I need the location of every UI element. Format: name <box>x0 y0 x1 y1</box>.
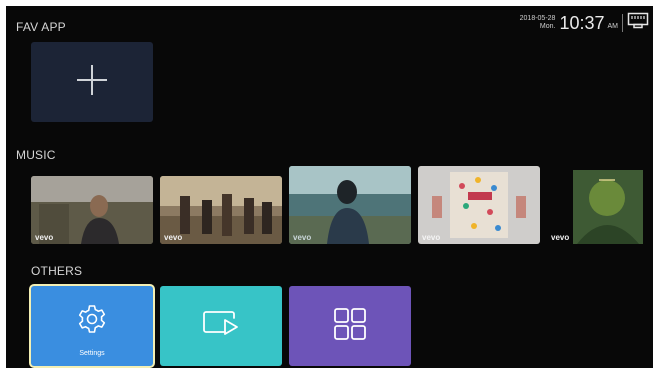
home-screen: 2018-05-28 Mon. 10:37 AM FAV APP MUSIC v… <box>6 6 653 368</box>
music-video-tile[interactable]: vevo <box>160 176 282 244</box>
vevo-badge: vevo <box>293 233 312 242</box>
music-heading: MUSIC <box>16 148 56 162</box>
fav-app-heading: FAV APP <box>16 20 66 34</box>
screen-cast-tile[interactable] <box>160 286 282 366</box>
date-block: 2018-05-28 Mon. <box>520 15 556 31</box>
status-bar: 2018-05-28 Mon. 10:37 AM <box>520 10 649 36</box>
add-favorite-app-tile[interactable] <box>31 42 153 122</box>
music-video-tile[interactable]: vevo <box>418 166 540 244</box>
vevo-badge: vevo <box>164 233 183 242</box>
settings-tile[interactable]: Settings <box>31 286 153 366</box>
music-video-tile[interactable]: vevo <box>31 176 153 244</box>
vevo-badge: vevo <box>551 233 570 242</box>
gear-icon <box>76 303 108 340</box>
weekday-text: Mon. <box>539 23 556 30</box>
clock-time: 10:37 <box>559 12 605 33</box>
all-apps-tile[interactable] <box>289 286 411 366</box>
date-text: 2018-05-28 <box>519 15 556 22</box>
screen-cast-icon <box>201 308 241 345</box>
others-heading: OTHERS <box>31 264 83 278</box>
ethernet-icon <box>627 12 649 35</box>
music-video-tile[interactable]: vevo <box>289 166 411 244</box>
vevo-badge: vevo <box>422 233 441 242</box>
status-divider <box>622 14 623 32</box>
plus-icon <box>75 63 109 102</box>
music-video-tile[interactable]: vevo <box>547 166 651 244</box>
vevo-badge: vevo <box>35 233 54 242</box>
settings-label: Settings <box>79 350 105 357</box>
app-grid-icon <box>333 307 367 346</box>
clock-ampm: AM <box>607 22 619 30</box>
